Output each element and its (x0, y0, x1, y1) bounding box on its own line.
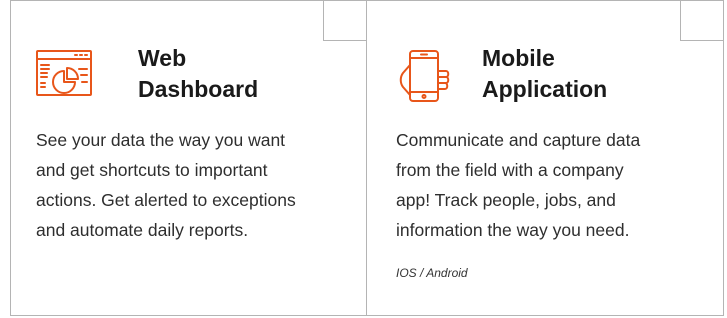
platforms-note: IOS / Android (396, 266, 468, 280)
title-line: Mobile (482, 45, 555, 71)
title-line: Web (138, 45, 187, 71)
card-corner-decoration (323, 0, 367, 41)
description-line: Communicate and capture data (396, 130, 641, 150)
card-title: Mobile Application (482, 43, 607, 105)
description-line: information the way you need. (396, 220, 630, 240)
title-line: Application (482, 76, 608, 102)
card-description: Communicate and capture data from the fi… (396, 125, 712, 245)
browser-chart-icon (36, 50, 92, 96)
web-dashboard-card: Web Dashboard See your data the way you … (10, 0, 367, 316)
description-line: and get shortcuts to important (36, 160, 268, 180)
card-title: Web Dashboard (138, 43, 258, 105)
mobile-application-card: Mobile Application Communicate and captu… (366, 0, 724, 316)
description-line: actions. Get alerted to exceptions (36, 190, 296, 210)
description-line: from the field with a company (396, 160, 624, 180)
description-line: app! Track people, jobs, and (396, 190, 616, 210)
feature-cards: Web Dashboard See your data the way you … (0, 0, 727, 318)
card-corner-decoration (680, 0, 724, 41)
description-line: and automate daily reports. (36, 220, 249, 240)
card-header: Web Dashboard (11, 37, 367, 107)
hand-phone-icon (399, 50, 450, 102)
title-line: Dashboard (138, 76, 259, 102)
card-description: See your data the way you want and get s… (36, 125, 361, 245)
description-line: See your data the way you want (36, 130, 286, 150)
card-header: Mobile Application (367, 37, 723, 107)
